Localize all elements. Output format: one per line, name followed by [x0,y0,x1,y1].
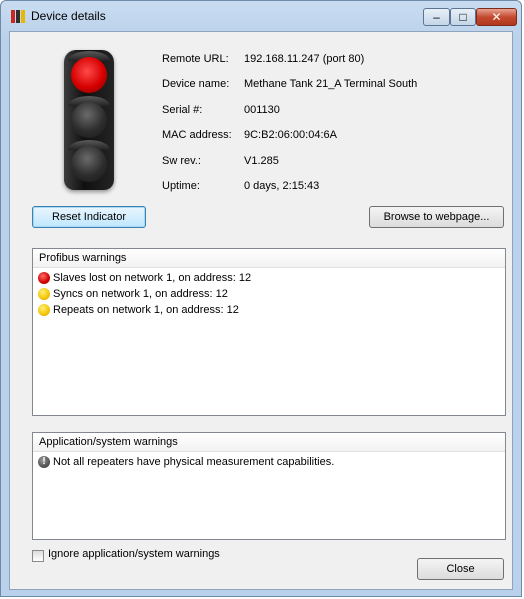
list-item[interactable]: Syncs on network 1, on address: 12 [33,286,505,302]
ignore-warnings-label[interactable]: Ignore application/system warnings [48,548,220,560]
warning-text: Slaves lost on network 1, on address: 12 [53,272,252,284]
list-item[interactable]: Repeats on network 1, on address: 12 [33,302,505,318]
device-name-label: Device name: [162,78,230,90]
yellow-status-icon [38,288,50,300]
application-warnings-header: Application/system warnings [33,433,505,452]
minimize-button[interactable]: – [423,8,450,26]
remote-url-value: 192.168.11.247 (port 80) [244,53,365,65]
red-status-icon [38,272,50,284]
maximize-icon: □ [459,10,467,24]
minimize-icon: – [433,10,440,24]
profibus-warnings-header: Profibus warnings [33,249,505,268]
serial-label: Serial #: [162,104,203,116]
application-warnings-panel[interactable]: Application/system warnings ! Not all re… [32,432,506,540]
profibus-warnings-list: Slaves lost on network 1, on address: 12… [33,268,505,318]
ignore-warnings-checkbox[interactable] [32,550,44,562]
window-title: Device details [31,9,106,23]
browse-to-webpage-button[interactable]: Browse to webpage... [369,206,504,228]
uptime-label: Uptime: [162,180,200,192]
close-button[interactable]: Close [417,558,504,580]
reset-indicator-button[interactable]: Reset Indicator [32,206,146,228]
warning-text: Syncs on network 1, on address: 12 [53,288,228,300]
application-warnings-list: ! Not all repeaters have physical measur… [33,452,505,470]
maximize-button[interactable]: □ [450,8,476,26]
serial-value: 001130 [244,104,280,116]
remote-url-label: Remote URL: [162,53,229,65]
close-icon: ✕ [491,10,502,24]
device-name-value: Methane Tank 21_A Terminal South [244,78,418,90]
list-item[interactable]: ! Not all repeaters have physical measur… [33,454,505,470]
sw-rev-value: V1.285 [244,155,279,167]
green-lamp [71,146,107,182]
close-window-button[interactable]: ✕ [476,8,517,26]
app-icon [11,10,25,23]
uptime-value: 0 days, 2:15:43 [244,180,320,192]
profibus-warnings-panel[interactable]: Profibus warnings Slaves lost on network… [32,248,506,416]
title-bar[interactable]: Device details – □ ✕ [1,1,521,31]
mac-address-label: MAC address: [162,129,232,141]
dialog-body: Remote URL: 192.168.11.247 (port 80) Dev… [9,31,513,590]
yellow-status-icon [38,304,50,316]
traffic-light-indicator-icon [64,50,114,190]
warning-text: Repeats on network 1, on address: 12 [53,304,239,316]
device-details-window: Device details – □ ✕ Remote URL: 192.168… [0,0,522,597]
yellow-lamp [71,102,107,138]
mac-address-value: 9C:B2:06:00:04:6A [244,129,337,141]
info-warning-icon: ! [38,456,50,468]
list-item[interactable]: Slaves lost on network 1, on address: 12 [33,270,505,286]
sw-rev-label: Sw rev.: [162,155,201,167]
red-lamp [71,57,107,93]
warning-text: Not all repeaters have physical measurem… [53,456,335,468]
